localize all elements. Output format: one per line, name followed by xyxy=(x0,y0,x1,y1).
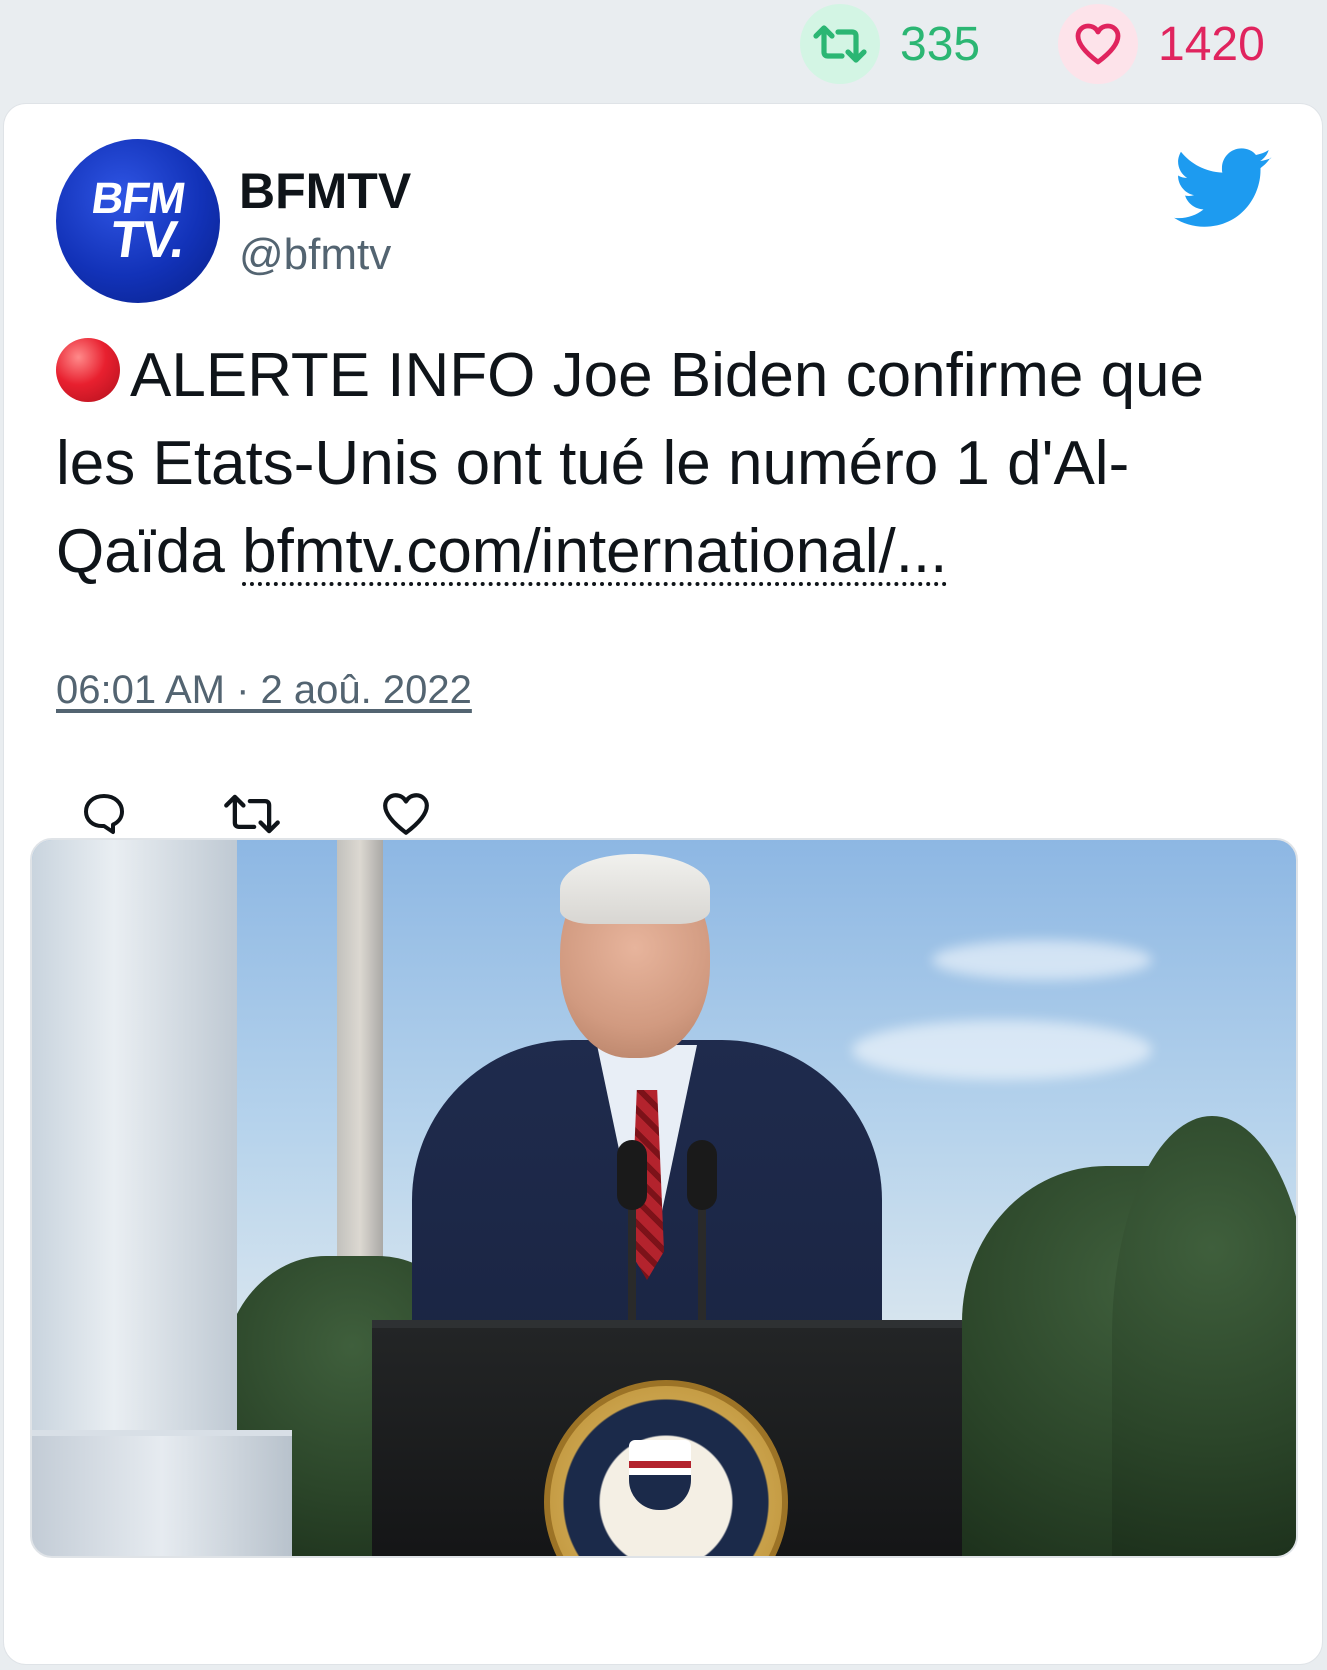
like-count-stat[interactable]: 1420 xyxy=(1058,4,1265,84)
tweet-timestamp[interactable]: 06:01 AM · 2 aoû. 2022 xyxy=(56,668,472,713)
retweet-count: 335 xyxy=(900,17,981,71)
column-base xyxy=(32,1430,292,1556)
mic-stand-left xyxy=(628,1200,636,1320)
retweet-icon xyxy=(224,794,280,834)
mic-stand-right xyxy=(698,1200,706,1320)
trees-right-back xyxy=(1112,1116,1296,1556)
microphone-right xyxy=(687,1140,717,1210)
tweet-stats-bar: 335 1420 xyxy=(0,0,1327,100)
red-circle-icon xyxy=(56,338,120,402)
tweet-text: ALERTE INFO Joe Biden confirme que les E… xyxy=(56,332,1276,596)
avatar[interactable]: BFM TV. xyxy=(56,139,220,303)
retweet-button[interactable] xyxy=(222,784,282,844)
sky-cloud xyxy=(852,1020,1152,1080)
heart-icon xyxy=(1058,4,1138,84)
retweet-icon xyxy=(800,4,880,84)
heart-icon xyxy=(383,793,429,835)
tweet-card[interactable]: BFM TV. BFMTV @bfmtv ALERTE INFO Joe Bid… xyxy=(4,104,1322,1664)
microphone-left xyxy=(617,1140,647,1210)
like-button[interactable] xyxy=(376,784,436,844)
reply-icon xyxy=(84,794,124,834)
retweet-count-stat[interactable]: 335 xyxy=(800,4,981,84)
like-count: 1420 xyxy=(1158,17,1265,71)
speaker-hair xyxy=(560,854,710,924)
tweet-media-image[interactable] xyxy=(30,838,1298,1558)
avatar-logo-line2: TV. xyxy=(107,210,189,269)
twitter-bird-icon[interactable] xyxy=(1174,148,1274,230)
article-link[interactable]: bfmtv.com/international/... xyxy=(242,517,947,586)
display-name[interactable]: BFMTV xyxy=(239,162,411,220)
seal-shield-icon xyxy=(629,1440,691,1510)
sky-cloud xyxy=(932,940,1152,980)
reply-button[interactable] xyxy=(74,784,134,844)
user-handle[interactable]: @bfmtv xyxy=(239,230,391,280)
